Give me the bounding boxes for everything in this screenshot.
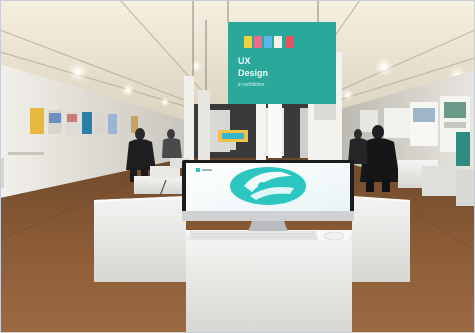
banner-subtitle: in exhibition	[238, 82, 265, 88]
banner-title-line2: Design	[238, 68, 268, 78]
screen-app-logo	[230, 167, 306, 205]
mouse	[323, 231, 345, 241]
keyboard	[188, 231, 318, 240]
front-plinth	[186, 230, 352, 333]
banner-title-line1: UX	[238, 56, 251, 66]
exhibition-scene: UX Design in exhibition	[0, 0, 475, 333]
ux-design-banner: UX Design in exhibition	[228, 22, 336, 104]
